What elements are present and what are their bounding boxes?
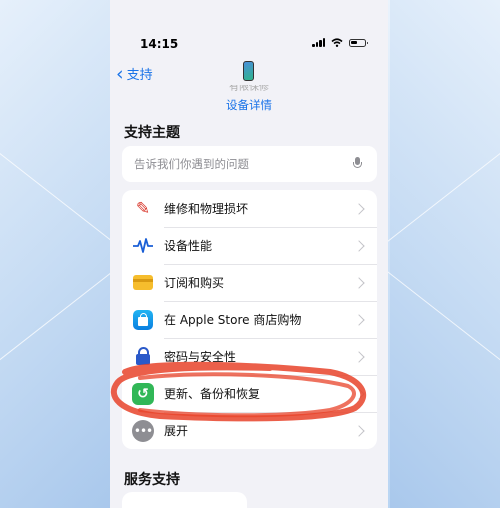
search-field[interactable]: 告诉我们你遇到的问题 <box>122 146 377 182</box>
service-card[interactable] <box>122 492 247 508</box>
status-time: 14:15 <box>140 37 179 51</box>
list-item-apple-store[interactable]: 在 Apple Store 商店购物 <box>122 301 377 338</box>
decorative-line <box>0 270 114 371</box>
wifi-icon <box>331 38 343 47</box>
iphone-device-icon <box>243 61 254 81</box>
waveform-icon <box>132 235 154 257</box>
list-item-label: 展开 <box>164 424 189 438</box>
back-label: 支持 <box>126 68 153 83</box>
list-item-label: 维修和物理损坏 <box>164 202 249 216</box>
list-item-password-security[interactable]: 密码与安全性 <box>122 338 377 375</box>
warranty-text-partial: 有限保修 <box>229 85 269 93</box>
wrench-screwdriver-icon: ✎ <box>135 198 151 219</box>
support-topics-title: 支持主题 <box>124 125 180 141</box>
phone-screen: 14:15 ‹ 支持 有限保修 设备详情 支持主题 告诉我们你遇到的问题 ✎ 维… <box>110 0 388 508</box>
decorative-line <box>0 150 124 251</box>
list-item-performance[interactable]: 设备性能 <box>122 227 377 264</box>
list-item-repair[interactable]: ✎ 维修和物理损坏 <box>122 190 377 227</box>
list-item-subscriptions[interactable]: 订阅和购买 <box>122 264 377 301</box>
background-right-panel <box>376 0 500 508</box>
more-icon: ••• <box>132 419 154 442</box>
chevron-right-icon <box>353 313 365 326</box>
list-item-label: 更新、备份和恢复 <box>164 387 261 401</box>
chevron-right-icon <box>353 387 365 400</box>
list-item-label: 订阅和购买 <box>164 276 225 290</box>
chevron-right-icon <box>353 424 365 437</box>
device-details-link[interactable]: 设备详情 <box>110 97 388 113</box>
chevron-right-icon <box>353 350 365 363</box>
search-placeholder: 告诉我们你遇到的问题 <box>134 157 249 171</box>
support-topics-list: ✎ 维修和物理损坏 设备性能 订阅和购买 在 Apple Store 商店购物 <box>122 190 377 449</box>
lock-icon <box>132 346 154 368</box>
microphone-icon[interactable] <box>351 157 365 171</box>
battery-icon <box>349 38 368 47</box>
chevron-left-icon: ‹ <box>116 62 124 85</box>
back-button[interactable]: ‹ 支持 <box>116 64 153 83</box>
list-item-label: 设备性能 <box>164 239 213 253</box>
shopping-bag-icon <box>132 309 154 331</box>
restore-icon: ↺ <box>132 382 154 405</box>
decorative-line <box>376 150 500 251</box>
list-item-label: 在 Apple Store 商店购物 <box>164 313 302 327</box>
status-icons <box>312 38 368 47</box>
background-left-panel <box>0 0 124 508</box>
status-bar: 14:15 <box>110 0 388 51</box>
decorative-line <box>386 270 500 371</box>
chevron-right-icon <box>353 276 365 289</box>
list-item-label: 密码与安全性 <box>164 350 237 364</box>
list-item-expand[interactable]: ••• 展开 <box>122 412 377 449</box>
chevron-right-icon <box>353 239 365 252</box>
service-support-title: 服务支持 <box>124 472 180 488</box>
cellular-signal-icon <box>312 38 325 47</box>
chevron-right-icon <box>353 202 365 215</box>
credit-card-icon <box>132 272 154 294</box>
list-item-update-backup-restore[interactable]: ↺ 更新、备份和恢复 <box>122 375 377 412</box>
